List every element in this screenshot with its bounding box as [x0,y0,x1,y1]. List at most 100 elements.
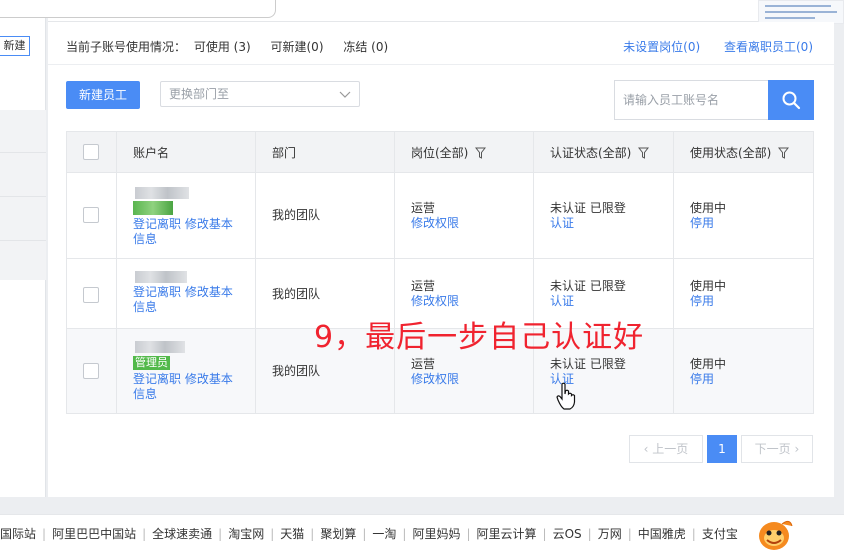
select-all-checkbox[interactable] [83,144,99,160]
footer-link[interactable]: 阿里妈妈 [412,527,460,541]
header-usage-label: 使用状态(全部) [690,146,772,160]
dept-cell: 我的团队 [272,364,321,378]
edit-info-link-cont[interactable]: 信息 [133,232,157,246]
disable-link[interactable]: 停用 [690,372,714,386]
table-header: 账户名 部门 岗位(全部) 认证状态(全部) 使用状态(全部) [67,132,813,173]
usage-creatable: 可新建(0) [270,40,324,54]
left-new-button[interactable]: 新建 [0,36,30,56]
register-leave-link[interactable]: 登记离职 [133,285,181,299]
col-divider [673,132,674,413]
account-name-redacted [135,271,187,283]
edit-info-link[interactable]: 修改基本 [185,285,233,299]
new-employee-button[interactable]: 新建员工 [66,81,140,109]
footer-link[interactable]: 云OS [553,527,582,541]
note-thumbnail [758,0,844,24]
unassigned-position-link[interactable]: 未设置岗位(0) [623,40,700,54]
search-button[interactable] [768,80,814,120]
header-account: 账户名 [133,146,170,160]
auth-status: 未认证 已限登 [550,201,626,215]
search-placeholder: 请输入员工账号名 [623,93,720,107]
role-tag-redacted [133,201,173,215]
footer-separator: | [142,527,147,541]
usage-status: 使用中 [690,201,727,215]
pager-prev-button[interactable]: ‹ 上一页 [629,435,703,463]
auth-cell: 未认证 已限登 认证 [550,201,626,231]
dept-cell: 我的团队 [272,208,321,222]
department-select[interactable]: 更换部门至 [160,81,360,107]
account-name-redacted [135,341,185,353]
footer-link[interactable]: 全球速卖通 [152,527,212,541]
usage-cell: 使用中 停用 [690,201,726,231]
footer-link[interactable]: 天猫 [280,527,304,541]
left-list [0,110,46,280]
footer-separator: | [270,527,275,541]
footer-links: 国际站 | 阿里巴巴中国站 | 全球速卖通 | 淘宝网 | 天猫 | 聚划算 | 一淘 | 阿里妈妈 | 阿里云… [0,525,738,542]
footer-link[interactable]: 一淘 [372,527,396,541]
pager-page-1[interactable]: 1 [707,435,737,463]
departed-employees-link[interactable]: 查看离职员工(0) [724,40,813,54]
pager-next-button[interactable]: 下一页 › [741,435,813,463]
pager-prev-label: 上一页 [652,442,689,456]
footer-separator: | [310,527,315,541]
auth-link[interactable]: 认证 [550,216,574,230]
search-icon [782,91,801,110]
row-checkbox[interactable] [83,207,99,223]
row-checkbox[interactable] [83,287,99,303]
header-position[interactable]: 岗位(全部) [411,144,487,161]
usage-frozen: 冻结 (0) [343,40,389,54]
edit-info-link-cont[interactable]: 信息 [133,387,157,401]
tutorial-caption: 9，最后一步自己认证好 [314,320,645,355]
account-ops: 登记离职 修改基本 信息 [133,372,233,402]
disable-link[interactable]: 停用 [690,294,714,308]
admin-tag: 管理员 [133,356,170,370]
disable-link[interactable]: 停用 [690,216,714,230]
employee-table: 账户名 部门 岗位(全部) 认证状态(全部) 使用状态(全部) 登记离职 修改基… [66,131,814,414]
usage-label: 当前子账号使用情况： [66,40,187,54]
usage-cell: 使用中 停用 [690,279,726,309]
usage-cell: 使用中 停用 [690,357,726,387]
footer-separator: | [402,527,407,541]
department-select-placeholder: 更换部门至 [169,87,230,101]
footer-link[interactable]: 国际站 [0,527,36,541]
edit-info-link-cont[interactable]: 信息 [133,300,157,314]
table-row: 登记离职 修改基本 信息 我的团队 运营 修改权限 未认证 已限登 认证 使用中… [67,173,813,259]
position-cell: 运营 修改权限 [411,357,459,387]
account-ops: 登记离职 修改基本 信息 [133,285,233,315]
footer: 国际站 | 阿里巴巴中国站 | 全球速卖通 | 淘宝网 | 天猫 | 聚划算 | 一淘 | 阿里妈妈 | 阿里云… [0,514,844,552]
footer-separator: | [691,527,696,541]
register-leave-link[interactable]: 登记离职 [133,217,181,231]
position-cell: 运营 修改权限 [411,279,459,309]
account-name-redacted [135,187,189,199]
register-leave-link[interactable]: 登记离职 [133,372,181,386]
edit-permission-link[interactable]: 修改权限 [411,294,459,308]
top-links: 未设置岗位(0) 查看离职员工(0) [603,38,813,55]
edit-permission-link[interactable]: 修改权限 [411,372,459,386]
usage-status: 使用中 [690,279,727,293]
footer-link[interactable]: 中国雅虎 [638,527,686,541]
chevron-left-icon: ‹ [643,442,653,456]
col-divider [394,132,395,413]
auth-cell: 未认证 已限登 认证 [550,279,626,309]
position-value: 运营 [411,201,436,215]
mascot-logo [759,520,793,550]
footer-link[interactable]: 支付宝 [702,527,738,541]
footer-link[interactable]: 聚划算 [320,527,356,541]
header-usage[interactable]: 使用状态(全部) [690,144,790,161]
filter-icon [778,147,790,159]
filter-icon [475,147,487,159]
footer-link[interactable]: 阿里巴巴中国站 [52,527,136,541]
header-position-label: 岗位(全部) [411,146,469,160]
edit-permission-link[interactable]: 修改权限 [411,216,459,230]
footer-link[interactable]: 阿里云计算 [477,527,537,541]
left-panel: 新建 [0,0,46,497]
auth-link[interactable]: 认证 [550,294,574,308]
edit-info-link[interactable]: 修改基本 [185,217,233,231]
row-checkbox[interactable] [83,363,99,379]
footer-separator: | [42,527,47,541]
edit-info-link[interactable]: 修改基本 [185,372,233,386]
header-auth[interactable]: 认证状态(全部) [550,144,650,161]
footer-link[interactable]: 淘宝网 [228,527,264,541]
footer-link[interactable]: 万网 [598,527,622,541]
search-input[interactable]: 请输入员工账号名 [614,80,768,120]
position-cell: 运营 修改权限 [411,201,459,231]
